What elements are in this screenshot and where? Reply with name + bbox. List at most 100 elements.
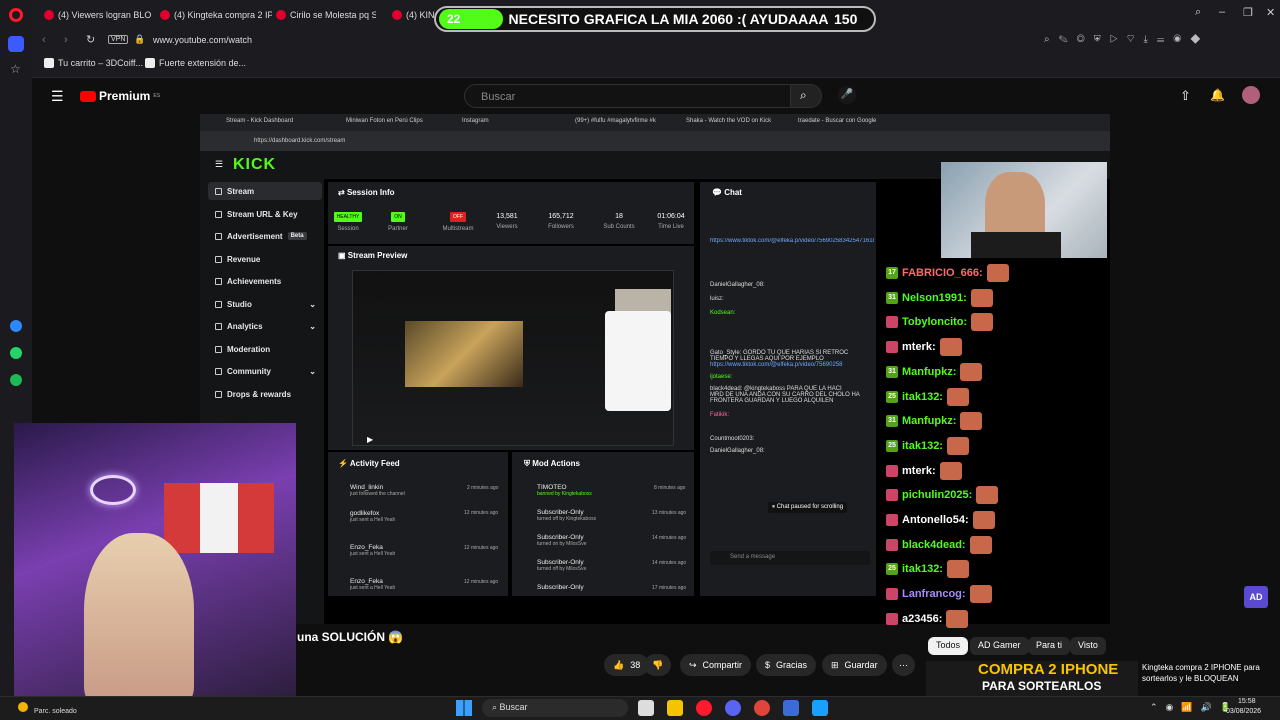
- share-button[interactable]: ↪ Compartir: [680, 654, 752, 676]
- chat-overlay-username: mterk:: [902, 464, 936, 477]
- settings-icon[interactable]: [783, 700, 799, 716]
- save-icon: ⊞: [831, 659, 839, 670]
- opera-logo-icon[interactable]: [9, 8, 23, 22]
- dislike-button[interactable]: 👎: [644, 654, 672, 676]
- vpn-badge[interactable]: VPN: [108, 35, 129, 44]
- chat-overlay-username: a23456:: [902, 612, 943, 625]
- chip-for-you[interactable]: Para ti: [1028, 637, 1071, 655]
- bookmark-item[interactable]: Fuerte extensión de...: [145, 58, 246, 68]
- taskbar-search[interactable]: ⌕ Buscar: [482, 699, 628, 717]
- activity-feed-title: ⚡ Activity Feed: [338, 459, 400, 468]
- inner-tab: Shaka - Watch the VOD on Kick: [686, 118, 772, 124]
- browser-tab[interactable]: (4) KINGT: [392, 4, 434, 26]
- save-button[interactable]: ⊞ Guardar: [822, 654, 887, 676]
- search-tabs-icon[interactable]: ⌕: [1195, 6, 1201, 19]
- close-button[interactable]: ✕: [1266, 6, 1275, 19]
- bookmark-icon: [145, 58, 155, 68]
- emote-icon: [939, 338, 962, 357]
- upload-icon[interactable]: ⇧: [1180, 88, 1191, 104]
- chat-overlay-username: FABRICIO_666:: [902, 267, 983, 279]
- opera-icon[interactable]: [696, 700, 712, 716]
- url-field[interactable]: www.youtube.com/watch: [153, 35, 252, 45]
- video-title: una SOLUCIÓN 😱: [297, 630, 404, 644]
- emote-icon: [970, 288, 993, 307]
- inner-url: https://dashboard.kick.com/stream: [254, 138, 346, 144]
- search-button[interactable]: ⌕: [790, 84, 822, 108]
- windows-start-icon[interactable]: [456, 700, 472, 716]
- avatar[interactable]: [1242, 86, 1260, 104]
- whatsapp-icon[interactable]: [10, 347, 22, 359]
- youtube-icon: [160, 10, 170, 20]
- trophy-icon: [215, 277, 222, 285]
- menu-icon[interactable]: ☰: [51, 88, 64, 105]
- mod-time: 17 minutes ago: [652, 585, 687, 591]
- chat-overlay-username: itak132:: [902, 390, 943, 403]
- bookmark-icon: [44, 58, 54, 68]
- sub-badge-icon: 31: [886, 415, 898, 428]
- forward-icon[interactable]: ›: [64, 34, 68, 46]
- chat-paused-notice: ⏸ Chat paused for scrolling: [768, 502, 848, 513]
- weather-icon: [18, 702, 28, 712]
- chat-overlay-username: Manfupkz:: [902, 365, 957, 378]
- more-button[interactable]: ⋯: [892, 654, 915, 676]
- youtube-logo[interactable]: Premium ES: [80, 89, 160, 103]
- like-button[interactable]: 👍 38: [604, 654, 650, 676]
- emote-icon: [972, 511, 995, 529]
- more-icon: ⋯: [899, 659, 908, 670]
- browser-tab[interactable]: Cirilo se Molesta pq Su: [276, 4, 376, 26]
- mod-item: Subscriber-Only turned on by MilosSve: [537, 534, 587, 547]
- minimize-button[interactable]: –: [1219, 6, 1225, 18]
- browser-tab[interactable]: (4) Viewers logran BLO: [44, 4, 156, 26]
- search-icon: ⌕: [800, 88, 807, 102]
- home-icon[interactable]: [8, 36, 24, 52]
- browser-tab[interactable]: (4) Kingteka compra 2 IPH: [160, 4, 272, 26]
- chat-message: DanielGallagher_08:: [710, 282, 765, 288]
- notifications-icon[interactable]: 🔔: [1210, 88, 1225, 102]
- chat-overlay-username: itak132:: [902, 439, 943, 452]
- emote-icon: [960, 362, 983, 381]
- inner-tab: Instagram: [462, 118, 489, 124]
- chat-overlay-message: pichulin2025:: [886, 486, 999, 505]
- chip-all[interactable]: Todos: [928, 637, 969, 655]
- stream-preview-title: ▣ Stream Preview: [338, 251, 408, 260]
- inner-tab: traedate - Buscar con Google: [798, 118, 877, 124]
- recommended-thumbnail[interactable]: COMPRA 2 IPHONE PARA SORTEARLOS: [926, 661, 1138, 696]
- back-icon[interactable]: ‹: [42, 34, 46, 46]
- task-view-icon[interactable]: [638, 700, 654, 716]
- discord-icon[interactable]: [725, 700, 741, 716]
- stat-viewers: 13,581 Viewers: [496, 213, 518, 230]
- bookmark-item[interactable]: Tu carrito – 3DCoiff...: [44, 58, 143, 68]
- emote-icon: [986, 264, 1009, 282]
- mod-time: 14 minutes ago: [652, 560, 687, 566]
- chip-watched[interactable]: Visto: [1070, 637, 1106, 655]
- file-explorer-icon[interactable]: [667, 700, 683, 716]
- facecam: [14, 423, 296, 704]
- sub-badge-icon: 31: [886, 291, 898, 304]
- app-icon[interactable]: [754, 700, 770, 716]
- chat-message: DanielGallagher_08:: [710, 448, 765, 454]
- maximize-button[interactable]: ❐: [1243, 6, 1253, 19]
- revenue-icon: [215, 255, 222, 263]
- star-icon[interactable]: ☆: [10, 62, 21, 76]
- chevron-down-icon: ⌄: [309, 366, 316, 376]
- sub-badge-icon: [886, 538, 898, 551]
- steam-icon[interactable]: [812, 700, 828, 716]
- chevron-down-icon: ⌄: [309, 299, 316, 309]
- search-input[interactable]: Buscar: [464, 84, 792, 108]
- thanks-button[interactable]: $ Gracias: [756, 654, 817, 676]
- reload-icon[interactable]: ↻: [86, 33, 95, 46]
- spotify-icon[interactable]: [10, 374, 22, 386]
- emote-icon: [969, 585, 992, 604]
- emote-icon: [969, 535, 992, 554]
- sub-badge-icon: [886, 464, 898, 477]
- chip-channel[interactable]: AD Gamer: [970, 637, 1029, 655]
- chat-overlay-message: 31 Manfupkz:: [886, 412, 983, 431]
- messenger-icon[interactable]: [10, 320, 22, 332]
- mod-item: Subscriber-Only turned off by MilosSve: [537, 559, 587, 572]
- mic-icon[interactable]: 🎤: [838, 86, 856, 104]
- chat-message: FRONTERA GUARDAN Y LUEGO ALQUILEN: [710, 398, 834, 404]
- stat-multistream: OFF Multistream: [442, 212, 474, 232]
- activity-item: godlikefox just sent a Hell Yeah: [350, 510, 396, 523]
- chat-message: https://www.tiktok.com/@elfeka.p/video/7…: [710, 362, 843, 368]
- recommended-title[interactable]: Kingteka compra 2 IPHONE para sortearlos…: [1142, 662, 1270, 684]
